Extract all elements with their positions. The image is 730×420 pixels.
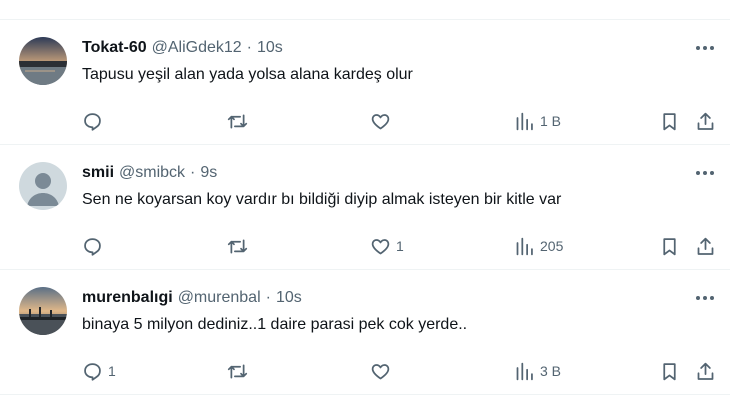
bookmark-icon xyxy=(663,112,676,130)
share-icon xyxy=(697,112,714,130)
heart-icon xyxy=(371,363,390,379)
more-icon xyxy=(696,171,714,175)
bookmark-icon xyxy=(663,362,676,380)
separator-dot: · xyxy=(265,289,271,306)
analytics-icon xyxy=(516,362,533,380)
tweet-header: murenbalıgi @murenbal · 10s xyxy=(82,288,302,308)
tweet-text: binaya 5 milyon dediniz..1 daire parasi … xyxy=(82,316,468,333)
tweet-actions: 1 205 xyxy=(0,231,730,261)
share-icon xyxy=(697,237,714,255)
tweet-text: Tapusu yeşil alan yada yolsa alana karde… xyxy=(82,66,413,83)
separator-dot: · xyxy=(190,164,196,181)
reply-count: 1 xyxy=(108,363,116,379)
timeline: Tokat-60 @AliGdek12 · 10s Tapusu yeşil a… xyxy=(0,0,730,420)
reply-button[interactable]: 1 xyxy=(82,356,116,386)
retweet-icon xyxy=(227,364,248,378)
share-button[interactable] xyxy=(695,106,716,136)
tweet-header: Tokat-60 @AliGdek12 · 10s xyxy=(82,38,283,58)
views-button[interactable]: 205 xyxy=(514,231,563,261)
retweet-button[interactable] xyxy=(227,106,253,136)
avatar[interactable] xyxy=(19,162,67,210)
like-count: 1 xyxy=(396,238,404,254)
share-icon xyxy=(697,362,714,380)
retweet-icon xyxy=(227,114,248,128)
heart-icon xyxy=(371,238,390,254)
tweet[interactable]: murenbalıgi @murenbal · 10s binaya 5 mil… xyxy=(0,270,730,395)
timestamp[interactable]: 10s xyxy=(257,39,283,57)
views-button[interactable]: 3 B xyxy=(514,356,561,386)
retweet-button[interactable] xyxy=(227,231,253,261)
more-button[interactable] xyxy=(694,40,716,56)
tweet-header: smii @smibck · 9s xyxy=(82,163,217,183)
author-name[interactable]: smii xyxy=(82,164,114,182)
bookmark-icon xyxy=(663,237,676,255)
bookmark-button[interactable] xyxy=(659,231,680,261)
like-button[interactable] xyxy=(370,106,396,136)
author-name[interactable]: Tokat-60 xyxy=(82,39,147,57)
bookmark-button[interactable] xyxy=(659,106,680,136)
more-icon xyxy=(696,296,714,300)
reply-button[interactable] xyxy=(82,231,108,261)
tweet-actions: 1 3 B xyxy=(0,356,730,386)
timestamp[interactable]: 9s xyxy=(200,164,217,182)
timestamp[interactable]: 10s xyxy=(276,289,302,307)
avatar[interactable] xyxy=(19,37,67,85)
like-button[interactable] xyxy=(370,356,396,386)
view-count: 1 B xyxy=(540,113,562,129)
views-button[interactable]: 1 B xyxy=(514,106,561,136)
default-avatar-icon xyxy=(19,162,67,210)
analytics-icon xyxy=(516,237,533,255)
bookmark-button[interactable] xyxy=(659,356,680,386)
analytics-icon xyxy=(516,112,533,130)
view-count: 3 B xyxy=(540,363,562,379)
reply-icon xyxy=(84,112,101,131)
author-handle[interactable]: @smibck xyxy=(119,164,185,182)
heart-icon xyxy=(371,113,390,129)
separator-dot: · xyxy=(246,39,252,56)
author-name[interactable]: murenbalıgi xyxy=(82,289,173,307)
retweet-icon xyxy=(227,239,248,253)
reply-icon xyxy=(84,362,101,381)
avatar-photo xyxy=(19,37,67,85)
reply-icon xyxy=(84,237,101,256)
avatar-photo xyxy=(19,287,67,335)
author-handle[interactable]: @AliGdek12 xyxy=(152,39,242,57)
retweet-button[interactable] xyxy=(227,356,253,386)
share-button[interactable] xyxy=(695,356,716,386)
reply-button[interactable] xyxy=(82,106,108,136)
tweet[interactable]: Tokat-60 @AliGdek12 · 10s Tapusu yeşil a… xyxy=(0,20,730,145)
author-handle[interactable]: @murenbal xyxy=(178,289,261,307)
more-icon xyxy=(696,46,714,50)
avatar[interactable] xyxy=(19,287,67,335)
view-count: 205 xyxy=(540,238,564,254)
share-button[interactable] xyxy=(695,231,716,261)
tweet-text: Sen ne koyarsan koy vardır bı bildiği di… xyxy=(82,191,562,208)
tweet[interactable]: smii @smibck · 9s Sen ne koyarsan koy va… xyxy=(0,145,730,270)
like-button[interactable]: 1 xyxy=(370,231,404,261)
more-button[interactable] xyxy=(694,165,716,181)
more-button[interactable] xyxy=(694,290,716,306)
tweet-actions: 1 B xyxy=(0,106,730,136)
